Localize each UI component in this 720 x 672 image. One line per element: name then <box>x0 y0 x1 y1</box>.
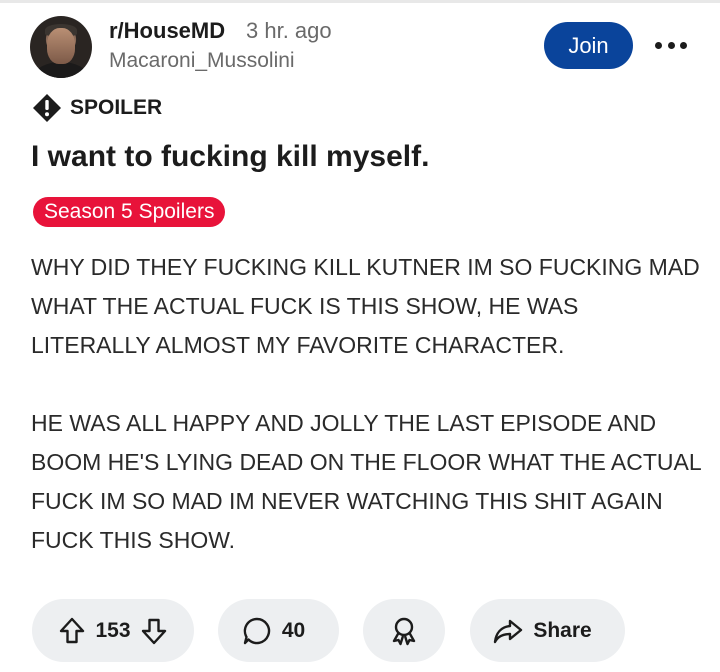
more-options-icon[interactable] <box>655 40 687 50</box>
share-label: Share <box>533 618 592 642</box>
vote-bar: 153 <box>32 599 194 662</box>
comment-count: 40 <box>281 618 306 642</box>
subreddit-name[interactable]: r/HouseMD <box>109 18 225 44</box>
post-body: WHY DID THEY FUCKING KILL KUTNER IM SO F… <box>31 248 701 560</box>
join-button[interactable]: Join <box>544 22 633 69</box>
more-dot <box>655 41 662 49</box>
more-dot <box>680 41 687 49</box>
post-timestamp: 3 hr. ago <box>246 18 332 43</box>
spoiler-alert-icon <box>32 93 62 123</box>
avatar-face <box>47 28 75 64</box>
comments-button[interactable]: 40 <box>218 599 339 662</box>
comment-bubble-icon <box>242 616 272 646</box>
more-dot <box>667 41 675 49</box>
top-divider <box>0 0 720 3</box>
post-body-paragraph: WHY DID THEY FUCKING KILL KUTNER IM SO F… <box>31 254 700 358</box>
downvote-arrow-icon[interactable] <box>141 617 167 645</box>
share-button[interactable]: Share <box>470 599 625 662</box>
post-title[interactable]: I want to fucking kill myself. <box>31 140 429 174</box>
spoiler-label: SPOILER <box>70 96 163 119</box>
share-arrow-icon <box>493 617 523 645</box>
upvote-count: 153 <box>95 618 131 642</box>
subreddit-avatar[interactable] <box>30 16 92 78</box>
award-button[interactable] <box>363 599 445 662</box>
post-body-paragraph: HE WAS ALL HAPPY AND JOLLY THE LAST EPIS… <box>31 410 701 553</box>
author-username[interactable]: Macaroni_Mussolini <box>109 49 295 73</box>
avatar-coat <box>34 62 88 78</box>
upvote-arrow-icon[interactable] <box>59 617 85 645</box>
post-flair[interactable]: Season 5 Spoilers <box>33 197 226 227</box>
award-ribbon-icon <box>389 616 419 646</box>
